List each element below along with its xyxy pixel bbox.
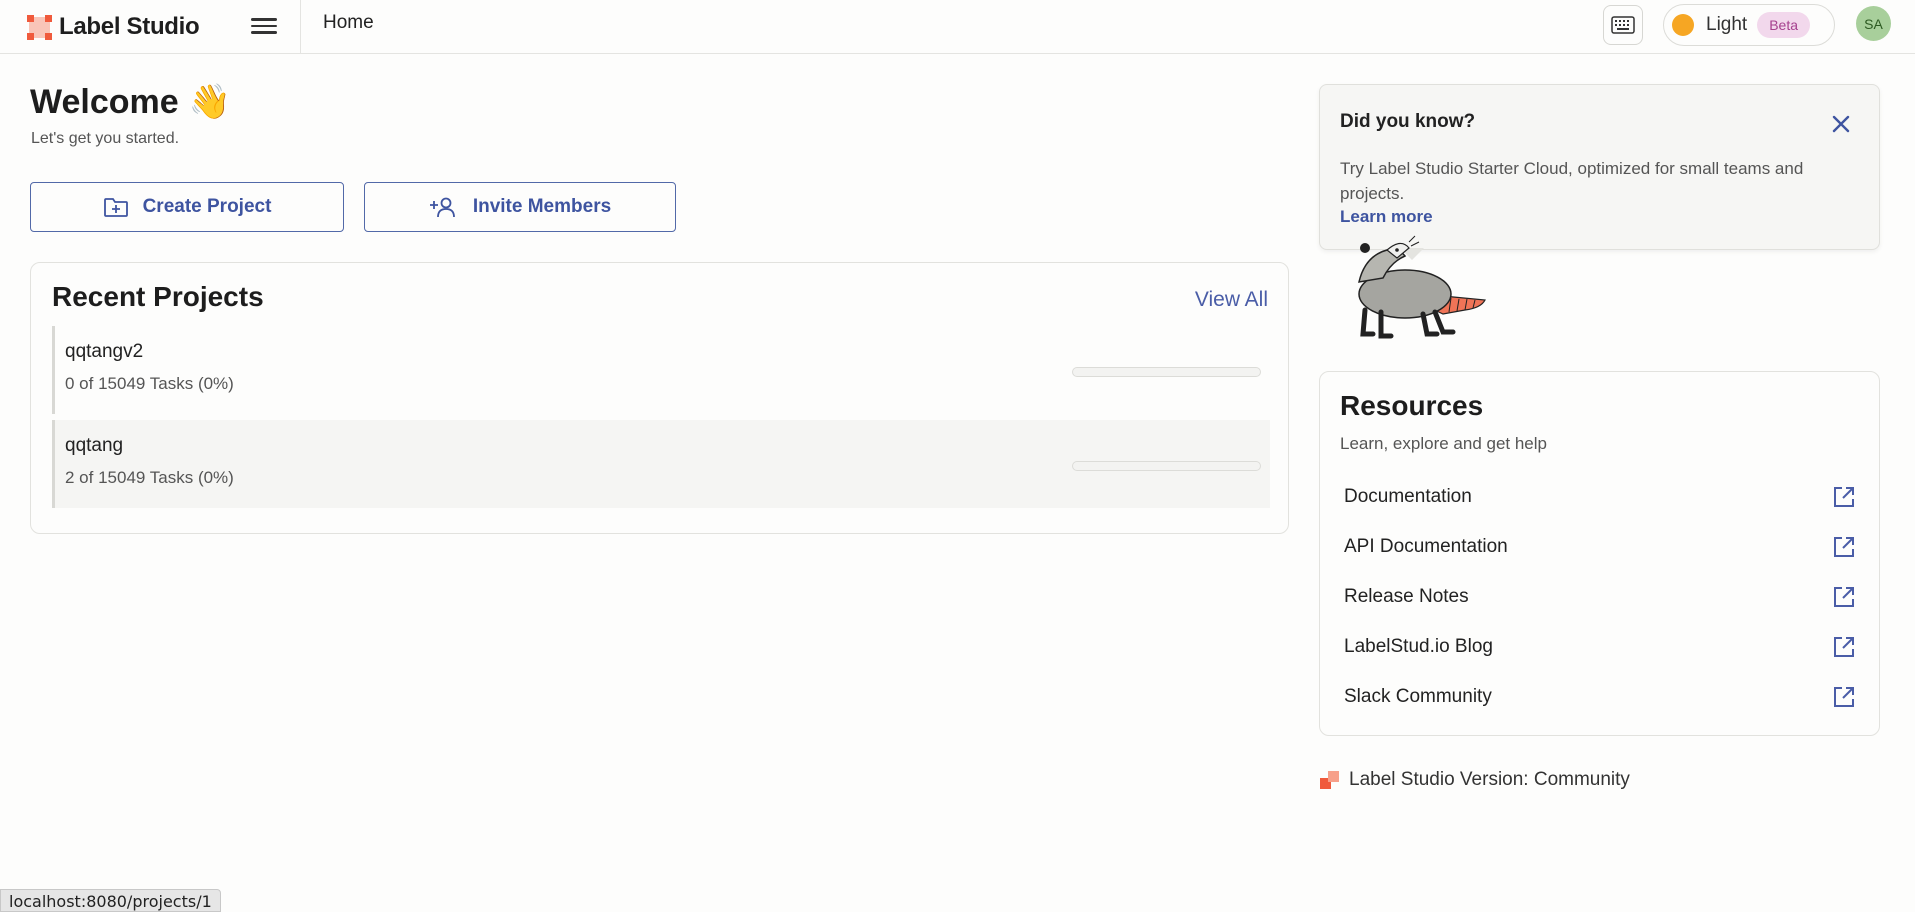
welcome-title-text: Welcome: [30, 82, 179, 121]
tip-title: Did you know?: [1340, 111, 1476, 132]
avatar[interactable]: SA: [1856, 6, 1891, 41]
did-you-know-card: Did you know? Try Label Studio Starter C…: [1319, 84, 1880, 250]
external-link-icon: [1834, 487, 1854, 507]
resource-link-release-notes[interactable]: Release Notes: [1344, 577, 1856, 617]
status-bar-url: localhost:8080/projects/1: [0, 889, 221, 912]
page-title: Welcome 👋: [30, 82, 231, 122]
project-progress-bar: [1072, 461, 1261, 471]
create-project-label: Create Project: [142, 196, 272, 217]
external-link-icon: [1834, 687, 1854, 707]
resource-label: API Documentation: [1344, 536, 1508, 557]
keyboard-icon: [1611, 16, 1635, 34]
close-icon[interactable]: [1830, 113, 1852, 135]
resource-link-blog[interactable]: LabelStud.io Blog: [1344, 627, 1856, 667]
tip-body: Try Label Studio Starter Cloud, optimize…: [1340, 159, 1804, 203]
user-plus-icon: [429, 197, 455, 218]
resource-link-documentation[interactable]: Documentation: [1344, 477, 1856, 517]
breadcrumb[interactable]: Home: [323, 12, 374, 34]
list-item[interactable]: qqtangv2 0 of 15049 Tasks (0%): [52, 326, 1270, 414]
opossum-mascot-icon: [1358, 235, 1486, 339]
resource-label: Release Notes: [1344, 586, 1469, 607]
theme-label: Light: [1706, 14, 1748, 35]
version-text: Label Studio Version: Community: [1349, 769, 1630, 790]
label-studio-small-logo-icon: [1320, 770, 1339, 789]
recent-projects-card: Recent Projects View All qqtangv2 0 of 1…: [30, 262, 1289, 534]
project-name: qqtangv2: [65, 341, 144, 362]
external-link-icon: [1834, 537, 1854, 557]
resource-label: LabelStud.io Blog: [1344, 636, 1493, 657]
recent-projects-title: Recent Projects: [52, 281, 264, 312]
resource-label: Documentation: [1344, 486, 1472, 507]
resources-card: Resources Learn, explore and get help Do…: [1319, 371, 1880, 736]
resources-title: Resources: [1340, 390, 1484, 421]
project-task-count: 2 of 15049 Tasks (0%): [65, 468, 234, 487]
resource-label: Slack Community: [1344, 686, 1492, 707]
version-info: Label Studio Version: Community: [1319, 769, 1630, 791]
label-studio-logo-icon: [27, 14, 52, 40]
waving-hand-icon: 👋: [188, 83, 231, 121]
resources-subtitle: Learn, explore and get help: [1340, 434, 1547, 453]
logo[interactable]: Label Studio: [26, 10, 200, 44]
top-bar: Label Studio Home Light Beta SA: [0, 0, 1915, 54]
resource-link-slack-community[interactable]: Slack Community: [1344, 677, 1856, 717]
invite-members-label: Invite Members: [472, 196, 612, 217]
view-all-link[interactable]: View All: [1195, 288, 1268, 312]
beta-badge: Beta: [1757, 12, 1811, 38]
header-divider: [300, 0, 301, 54]
hamburger-icon[interactable]: [251, 14, 277, 38]
keyboard-shortcuts-button[interactable]: [1603, 5, 1643, 45]
folder-plus-icon: [103, 198, 128, 217]
theme-toggle[interactable]: Light Beta: [1663, 4, 1835, 46]
invite-members-button[interactable]: Invite Members: [364, 182, 676, 232]
project-name: qqtang: [65, 435, 124, 456]
app-name: Label Studio: [59, 13, 200, 40]
external-link-icon: [1834, 587, 1854, 607]
project-task-count: 0 of 15049 Tasks (0%): [65, 374, 234, 393]
sun-icon: [1672, 14, 1694, 36]
external-link-icon: [1834, 637, 1854, 657]
list-item[interactable]: qqtang 2 of 15049 Tasks (0%): [52, 420, 1270, 508]
project-progress-bar: [1072, 367, 1261, 377]
welcome-subtitle: Let's get you started.: [31, 130, 180, 147]
resource-link-api-documentation[interactable]: API Documentation: [1344, 527, 1856, 567]
create-project-button[interactable]: Create Project: [30, 182, 344, 232]
learn-more-link[interactable]: Learn more: [1340, 207, 1433, 227]
